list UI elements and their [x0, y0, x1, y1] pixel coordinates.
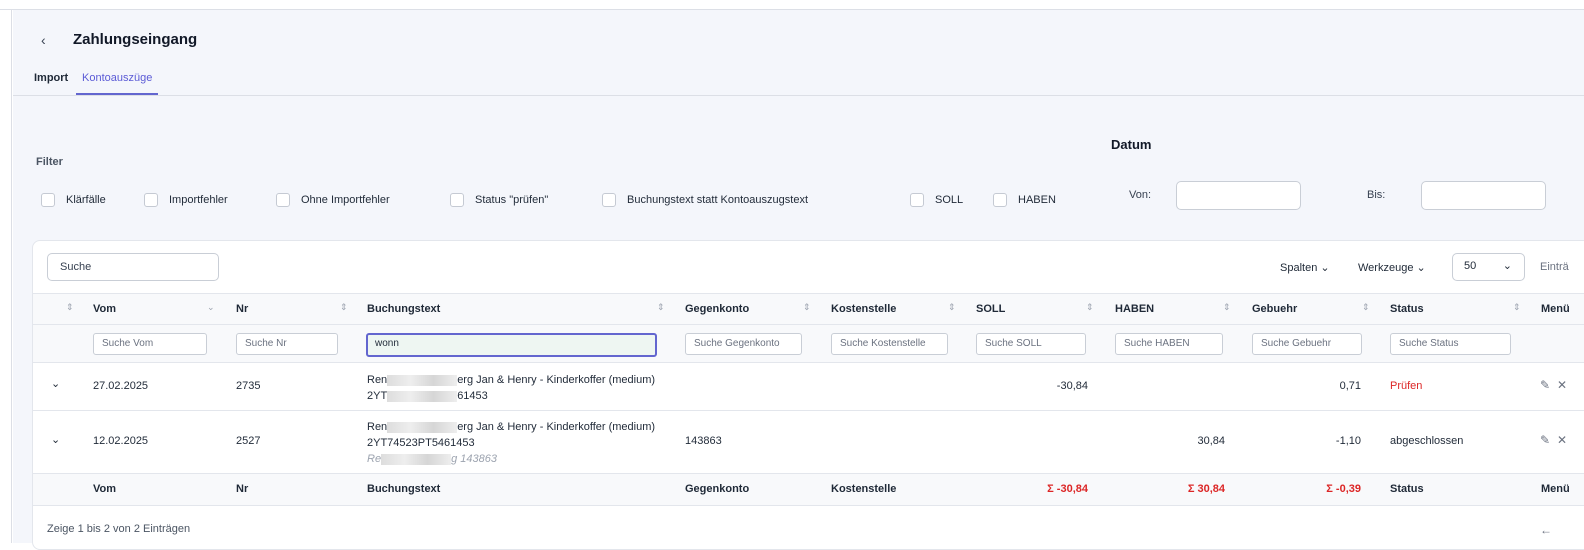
- cell-haben: 30,84: [1197, 435, 1225, 447]
- sort-icon[interactable]: ⇕: [1362, 302, 1370, 313]
- close-icon[interactable]: ✕: [1557, 433, 1567, 447]
- expand-chevron-icon[interactable]: ⌄: [51, 433, 60, 446]
- table-footer: Vom Nr Buchungstext Gegenkonto Kostenste…: [33, 474, 1584, 506]
- spalten-button[interactable]: Spalten ⌄: [1280, 261, 1330, 274]
- tab-kontoauszuege[interactable]: Kontoauszüge: [76, 72, 159, 95]
- checkbox-importfehler[interactable]: Importfehler: [144, 193, 228, 207]
- checkbox-klaerfaelle[interactable]: Klärfälle: [41, 193, 106, 207]
- filter-buchungstext[interactable]: wonn: [366, 333, 657, 357]
- bis-label: Bis:: [1367, 189, 1386, 201]
- sort-icon[interactable]: ⇕: [1513, 302, 1521, 313]
- tab-import[interactable]: Import: [34, 72, 68, 84]
- von-label: Von:: [1129, 189, 1152, 201]
- footer-kostenstelle: Kostenstelle: [831, 483, 897, 495]
- prev-page-icon[interactable]: ←: [1540, 523, 1552, 537]
- sum-haben: Σ 30,84: [1187, 483, 1225, 495]
- footer-nr: Nr: [236, 483, 249, 495]
- table-row: ⌄ 27.02.2025 2735 Ren erg Jan & Henry - K…: [33, 363, 1584, 411]
- top-bar: [0, 0, 1584, 10]
- table-row: ⌄ 12.02.2025 2527 Ren erg Jan & Henry - K…: [33, 411, 1584, 474]
- col-vom[interactable]: Vom: [93, 303, 116, 315]
- main-content: ‹ Zahlungseingang Import Kontoauszüge Fi…: [13, 10, 1584, 550]
- footer-menu: Menü: [1541, 483, 1570, 495]
- chevron-down-icon: ⌄: [1502, 260, 1512, 272]
- footer-gegenkonto: Gegenkonto: [685, 483, 750, 495]
- page-size-select[interactable]: 50 ⌄: [1452, 253, 1525, 281]
- checkbox-ohne-importfehler[interactable]: Ohne Importfehler: [276, 193, 390, 207]
- col-nr[interactable]: Nr: [236, 303, 248, 315]
- search-input[interactable]: Suche: [47, 253, 219, 281]
- sort-icon[interactable]: ⇕: [1086, 302, 1094, 313]
- sort-icon[interactable]: ⇕: [1223, 302, 1231, 313]
- checkbox-status-pruefen[interactable]: Status "prüfen": [450, 193, 548, 207]
- table-card: Suche Spalten ⌄ Werkzeuge ⌄ 50 ⌄ Einträ ⇕…: [32, 240, 1584, 550]
- cell-buchungstext: Ren erg Jan & Henry - Kinderkoffer (mediu…: [367, 374, 656, 402]
- filter-soll[interactable]: Suche SOLL: [976, 333, 1086, 355]
- col-soll[interactable]: SOLL: [976, 303, 1005, 315]
- footer-buchungstext: Buchungstext: [367, 483, 441, 495]
- cell-buchungstext: Ren erg Jan & Henry - Kinderkoffer (mediu…: [367, 421, 656, 465]
- expand-chevron-icon[interactable]: ⌄: [51, 377, 60, 390]
- tab-bar: Import Kontoauszüge: [13, 66, 1584, 96]
- cell-soll: -30,84: [1056, 380, 1088, 392]
- left-sidebar: [0, 10, 12, 543]
- filter-row: Suche Vom Suche Nr wonn Suche Gegenkonto…: [33, 325, 1584, 363]
- back-icon[interactable]: ‹: [41, 32, 46, 48]
- sum-soll: Σ -30,84: [1047, 483, 1088, 495]
- cell-gebuehr: 0,71: [1339, 380, 1361, 392]
- status-badge: abgeschlossen: [1390, 435, 1464, 447]
- filter-label: Filter: [36, 156, 63, 168]
- col-kostenstelle[interactable]: Kostenstelle: [831, 303, 896, 315]
- filter-nr[interactable]: Suche Nr: [236, 333, 338, 355]
- checkbox-buchungstext[interactable]: Buchungstext statt Kontoauszugstext: [602, 193, 808, 207]
- edit-icon[interactable]: ✎: [1540, 378, 1550, 392]
- close-icon[interactable]: ✕: [1557, 378, 1567, 392]
- sort-icon[interactable]: ⇕: [657, 302, 665, 313]
- sort-icon[interactable]: ⇕: [948, 302, 956, 313]
- footer-vom: Vom: [93, 483, 117, 495]
- entries-label: Einträ: [1540, 261, 1569, 273]
- cell-nr: 2735: [236, 380, 261, 392]
- cell-vom: 27.02.2025: [93, 380, 149, 392]
- col-gegenkonto[interactable]: Gegenkonto: [685, 303, 749, 315]
- col-haben[interactable]: HABEN: [1115, 303, 1154, 315]
- filter-haben[interactable]: Suche HABEN: [1115, 333, 1223, 355]
- col-status[interactable]: Status: [1390, 303, 1424, 315]
- col-gebuehr[interactable]: Gebuehr: [1252, 303, 1297, 315]
- cell-gegenkonto: 143863: [685, 435, 722, 447]
- sort-icon[interactable]: ⇕: [803, 302, 811, 313]
- filter-gebuehr[interactable]: Suche Gebuehr: [1252, 333, 1362, 355]
- von-date-input[interactable]: [1176, 181, 1301, 210]
- werkzeuge-button[interactable]: Werkzeuge ⌄: [1358, 261, 1426, 274]
- sort-icon[interactable]: ⇕: [340, 302, 348, 313]
- sort-icon[interactable]: ⇕: [66, 302, 74, 313]
- sum-gebuehr: Σ -0,39: [1326, 483, 1361, 495]
- col-buchungstext[interactable]: Buchungstext: [367, 303, 440, 315]
- filter-vom[interactable]: Suche Vom: [93, 333, 207, 355]
- pagination-info: Zeige 1 bis 2 von 2 Einträgen: [47, 523, 191, 535]
- cell-gebuehr: -1,10: [1335, 435, 1361, 447]
- col-menu: Menü: [1541, 303, 1570, 315]
- filter-kostenstelle[interactable]: Suche Kostenstelle: [831, 333, 948, 355]
- filter-status[interactable]: Suche Status: [1390, 333, 1511, 355]
- checkbox-haben[interactable]: HABEN: [993, 193, 1056, 207]
- bis-date-input[interactable]: [1421, 181, 1546, 210]
- status-badge: Prüfen: [1390, 380, 1423, 392]
- chevron-down-icon[interactable]: ⌄: [207, 302, 215, 313]
- filter-gegenkonto[interactable]: Suche Gegenkonto: [685, 333, 802, 355]
- page-title: Zahlungseingang: [73, 31, 198, 48]
- footer-status: Status: [1390, 483, 1424, 495]
- edit-icon[interactable]: ✎: [1540, 433, 1550, 447]
- cell-vom: 12.02.2025: [93, 435, 149, 447]
- datum-title: Datum: [1111, 137, 1152, 152]
- cell-nr: 2527: [236, 435, 261, 447]
- checkbox-soll[interactable]: SOLL: [910, 193, 963, 207]
- table-header: ⇕ Vom ⌄ Nr ⇕ Buchungstext ⇕ Gegenkonto ⇕ Kos…: [33, 293, 1584, 325]
